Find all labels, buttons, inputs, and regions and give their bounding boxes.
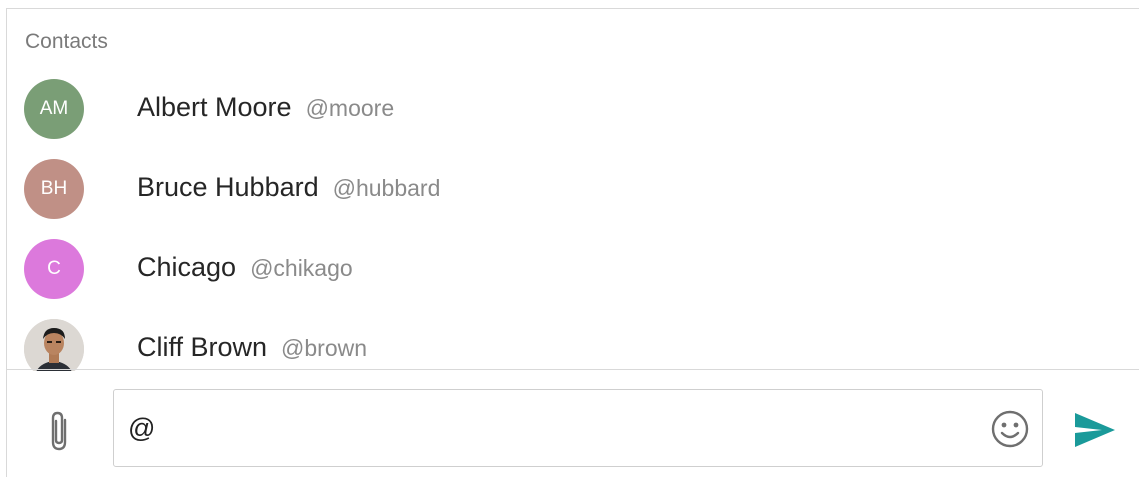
contact-name: Albert Moore bbox=[137, 92, 292, 122]
contact-name: Bruce Hubbard bbox=[137, 172, 319, 202]
contact-handle: @brown bbox=[281, 335, 368, 361]
contacts-title: Contacts bbox=[25, 30, 108, 53]
avatar: AM bbox=[24, 79, 84, 139]
message-composer bbox=[7, 369, 1139, 477]
contact-handle: @hubbard bbox=[332, 175, 441, 201]
contact-name: Cliff Brown bbox=[137, 332, 268, 362]
send-icon[interactable] bbox=[1073, 410, 1117, 450]
contact-handle: @chikago bbox=[250, 255, 353, 281]
contact-item-albert-moore[interactable]: AM Albert Moore @moore bbox=[7, 79, 1139, 159]
message-input-box[interactable] bbox=[113, 389, 1043, 467]
contact-name: Chicago bbox=[137, 252, 237, 282]
person-photo-icon bbox=[24, 319, 84, 371]
contact-mention-panel: Contacts AM Albert Moore @moore BH Bruce … bbox=[6, 8, 1139, 477]
avatar-photo bbox=[24, 319, 84, 371]
contact-handle: @moore bbox=[305, 95, 395, 121]
contact-item-cliff-brown[interactable]: Cliff Brown @brown bbox=[7, 319, 1139, 371]
paperclip-icon[interactable] bbox=[45, 410, 75, 454]
avatar: C bbox=[24, 239, 84, 299]
contact-item-chicago[interactable]: C Chicago @chikago bbox=[7, 239, 1139, 319]
contact-item-bruce-hubbard[interactable]: BH Bruce Hubbard @hubbard bbox=[7, 159, 1139, 239]
contacts-list: Contacts AM Albert Moore @moore BH Bruce … bbox=[7, 9, 1139, 371]
message-input[interactable] bbox=[128, 408, 968, 448]
smiley-icon[interactable] bbox=[990, 409, 1030, 449]
avatar: BH bbox=[24, 159, 84, 219]
